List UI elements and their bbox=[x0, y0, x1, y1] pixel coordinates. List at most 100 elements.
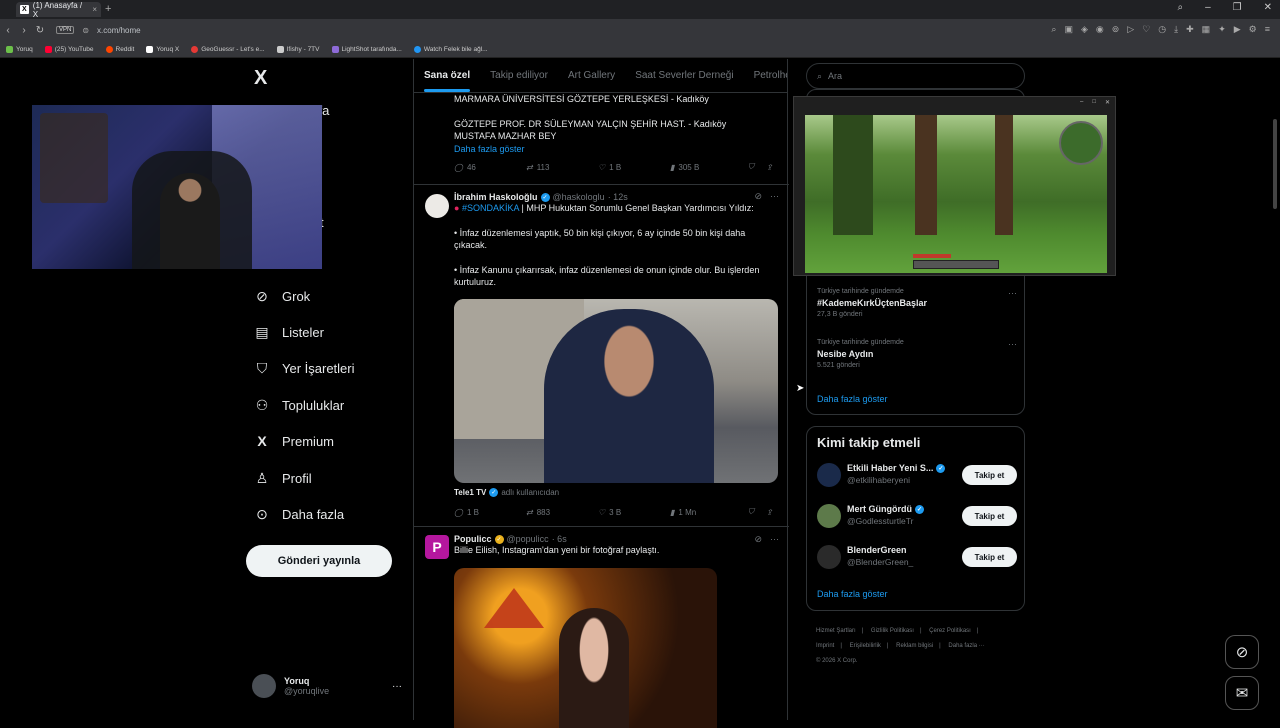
tweet-image[interactable] bbox=[454, 568, 717, 728]
share-button[interactable]: ⇪ bbox=[766, 163, 773, 172]
follow-button[interactable]: Takip et bbox=[962, 465, 1017, 485]
browser-tab[interactable]: X (1) Anasayfa / X × bbox=[16, 1, 101, 19]
tab-close-icon[interactable]: × bbox=[92, 5, 97, 14]
footer-more-link[interactable]: Daha fazla ··· bbox=[948, 643, 984, 649]
reply-button[interactable]: ◯ 46 bbox=[454, 163, 526, 172]
nav-item-profile[interactable]: ♙ Profil bbox=[254, 470, 312, 487]
download-icon[interactable]: ⤓ bbox=[1174, 24, 1178, 35]
new-tab-icon[interactable]: + bbox=[105, 3, 111, 15]
author-handle[interactable]: @haskologlu bbox=[553, 192, 605, 202]
play-icon[interactable]: ▷ bbox=[1127, 24, 1134, 35]
extensions-icon[interactable]: ✚ bbox=[1186, 24, 1194, 35]
heart-icon[interactable]: ♡ bbox=[1142, 24, 1150, 35]
close-icon[interactable]: ✕ bbox=[1105, 99, 1110, 106]
snapshot-icon[interactable]: ⊚ bbox=[1112, 24, 1120, 35]
avatar[interactable] bbox=[425, 194, 449, 218]
follow-show-more-link[interactable]: Daha fazla göster bbox=[817, 589, 888, 599]
search-tabs-icon[interactable]: ⌕ bbox=[1177, 2, 1183, 13]
close-window-icon[interactable]: ✕ bbox=[1264, 2, 1272, 13]
author-name[interactable]: Populicc bbox=[454, 534, 492, 544]
minimize-icon[interactable]: – bbox=[1205, 2, 1211, 13]
nav-item-grok[interactable]: ⊘ Grok bbox=[254, 288, 310, 305]
footer-link[interactable]: Erişilebilirlik bbox=[850, 643, 881, 649]
views-button[interactable]: ▮ 1 Mn bbox=[670, 508, 748, 517]
follow-button[interactable]: Takip et bbox=[962, 547, 1017, 567]
minimize-icon[interactable]: – bbox=[1080, 99, 1083, 105]
search-input[interactable]: ⌕ Ara bbox=[806, 63, 1025, 89]
nav-item-premium[interactable]: X Premium bbox=[254, 433, 334, 449]
menu-icon[interactable]: ≡ bbox=[1265, 24, 1270, 35]
account-switcher[interactable]: Yoruq @yoruqlive ··· bbox=[252, 674, 402, 698]
tab-art-gallery[interactable]: Art Gallery bbox=[568, 70, 615, 81]
bookmark-item[interactable]: Yoruq X bbox=[146, 45, 179, 53]
tweet[interactable]: P ⊘ ··· Populicc ✓ @populicc · 6s Billie… bbox=[414, 526, 789, 728]
bookmark-item[interactable]: LightShot tarafında... bbox=[331, 45, 402, 53]
bookmark-item[interactable]: Watch Felek bile ağl... bbox=[413, 45, 488, 53]
bookmark-item[interactable]: Ifishy - 7TV bbox=[276, 45, 320, 53]
footer-link[interactable]: Hizmet Şartları bbox=[816, 628, 856, 634]
nav-item-lists[interactable]: ▤ Listeler bbox=[254, 324, 324, 341]
hashtag-link[interactable]: #SONDAKİKA bbox=[462, 203, 519, 213]
bookmark-button[interactable]: ⛉ bbox=[748, 162, 766, 172]
bookmark-item[interactable]: GeoGuessr - Let's e... bbox=[191, 45, 265, 53]
more-icon[interactable]: ··· bbox=[1008, 288, 1017, 298]
trend-item[interactable]: Türkiye tarihinde gündemde #KademeKırkÜç… bbox=[817, 288, 1017, 318]
shield-icon[interactable]: ◈ bbox=[1081, 24, 1088, 35]
media-play-icon[interactable]: ▶ bbox=[1234, 24, 1241, 35]
tab-saat-severler[interactable]: Saat Severler Derneği bbox=[635, 70, 733, 81]
repost-button[interactable]: ⇄ 113 bbox=[526, 163, 598, 172]
like-button[interactable]: ♡ 1 B bbox=[598, 163, 670, 172]
zoom-icon[interactable]: ⌕ bbox=[1051, 24, 1056, 35]
game-view[interactable] bbox=[805, 115, 1107, 273]
camera-icon[interactable]: ◉ bbox=[1096, 24, 1104, 35]
tweet-time[interactable]: · 12s bbox=[608, 192, 628, 202]
repost-button[interactable]: ⇄ 883 bbox=[526, 508, 598, 517]
avatar[interactable] bbox=[817, 545, 841, 569]
reload-icon[interactable]: ↻ bbox=[32, 25, 48, 36]
back-icon[interactable]: ‹ bbox=[0, 25, 16, 36]
post-button[interactable]: Gönderi yayınla bbox=[246, 545, 392, 577]
forward-icon[interactable]: › bbox=[16, 25, 32, 36]
bookmark-button[interactable]: ⛉ bbox=[748, 507, 766, 517]
follow-button[interactable]: Takip et bbox=[962, 506, 1017, 526]
footer-link[interactable]: Çerez Politikası bbox=[929, 628, 971, 634]
trends-show-more-link[interactable]: Daha fazla göster bbox=[817, 394, 888, 404]
url-field[interactable]: x.com/home bbox=[97, 26, 141, 35]
nav-item-communities[interactable]: ⚇ Topluluklar bbox=[254, 397, 344, 414]
follow-suggestion[interactable]: Etkili Haber Yeni S... ✓ @etkilihaberyeni… bbox=[817, 461, 1017, 489]
author-name[interactable]: İbrahim Haskoloğlu bbox=[454, 192, 538, 202]
trend-item[interactable]: Türkiye tarihinde gündemde Nesibe Aydın … bbox=[817, 339, 1017, 369]
like-button[interactable]: ♡ 3 B bbox=[598, 508, 670, 517]
tweet-time[interactable]: · 6s bbox=[552, 534, 567, 544]
reply-button[interactable]: ◯ 1 B bbox=[454, 508, 526, 517]
footer-link[interactable]: Imprint bbox=[816, 643, 834, 649]
scrollbar[interactable] bbox=[1273, 119, 1277, 209]
nav-item-more[interactable]: ⊙ Daha fazla bbox=[254, 506, 344, 523]
footer-link[interactable]: Gizlilik Politikası bbox=[871, 628, 914, 634]
fire-icon[interactable]: ✦ bbox=[1218, 24, 1226, 35]
x-logo-icon[interactable]: X bbox=[254, 67, 267, 90]
views-button[interactable]: ▮ 305 B bbox=[670, 163, 748, 172]
settings-icon[interactable]: ⚙ bbox=[1249, 24, 1257, 35]
tab-for-you[interactable]: Sana özel bbox=[424, 70, 471, 92]
maximize-icon[interactable]: □ bbox=[1092, 99, 1096, 105]
populicc-logo-icon[interactable]: P bbox=[425, 535, 449, 559]
tab-following[interactable]: Takip ediliyor bbox=[490, 70, 548, 81]
avatar[interactable] bbox=[817, 504, 841, 528]
site-info-icon[interactable]: ⊜ bbox=[82, 26, 89, 35]
profile-avatar-icon[interactable]: ▦ bbox=[1202, 24, 1211, 35]
game-window[interactable]: – □ ✕ bbox=[793, 96, 1116, 276]
nav-item-bookmarks[interactable]: ⛉ Yer İşaretleri bbox=[254, 360, 355, 377]
translate-icon[interactable]: ▣ bbox=[1064, 24, 1073, 35]
bookmark-item[interactable]: Reddit bbox=[105, 45, 134, 53]
vpn-badge[interactable]: VPN bbox=[56, 26, 75, 34]
more-icon[interactable]: ··· bbox=[1008, 339, 1017, 349]
follow-suggestion[interactable]: BlenderGreen @BlenderGreen_ Takip et bbox=[817, 543, 1017, 571]
grok-fab-button[interactable]: ⊘ bbox=[1225, 635, 1259, 669]
messages-fab-button[interactable]: ✉ bbox=[1225, 676, 1259, 710]
maximize-icon[interactable]: ❐ bbox=[1233, 2, 1242, 13]
more-icon[interactable]: ··· bbox=[392, 681, 402, 692]
footer-link[interactable]: Reklam bilgisi bbox=[896, 643, 933, 649]
follow-suggestion[interactable]: Mert Güngördü ✓ @GodlessturtleTr Takip et bbox=[817, 502, 1017, 530]
tweet[interactable]: ⊘ ··· İbrahim Haskoloğlu ✓ @haskologlu ·… bbox=[414, 184, 789, 526]
